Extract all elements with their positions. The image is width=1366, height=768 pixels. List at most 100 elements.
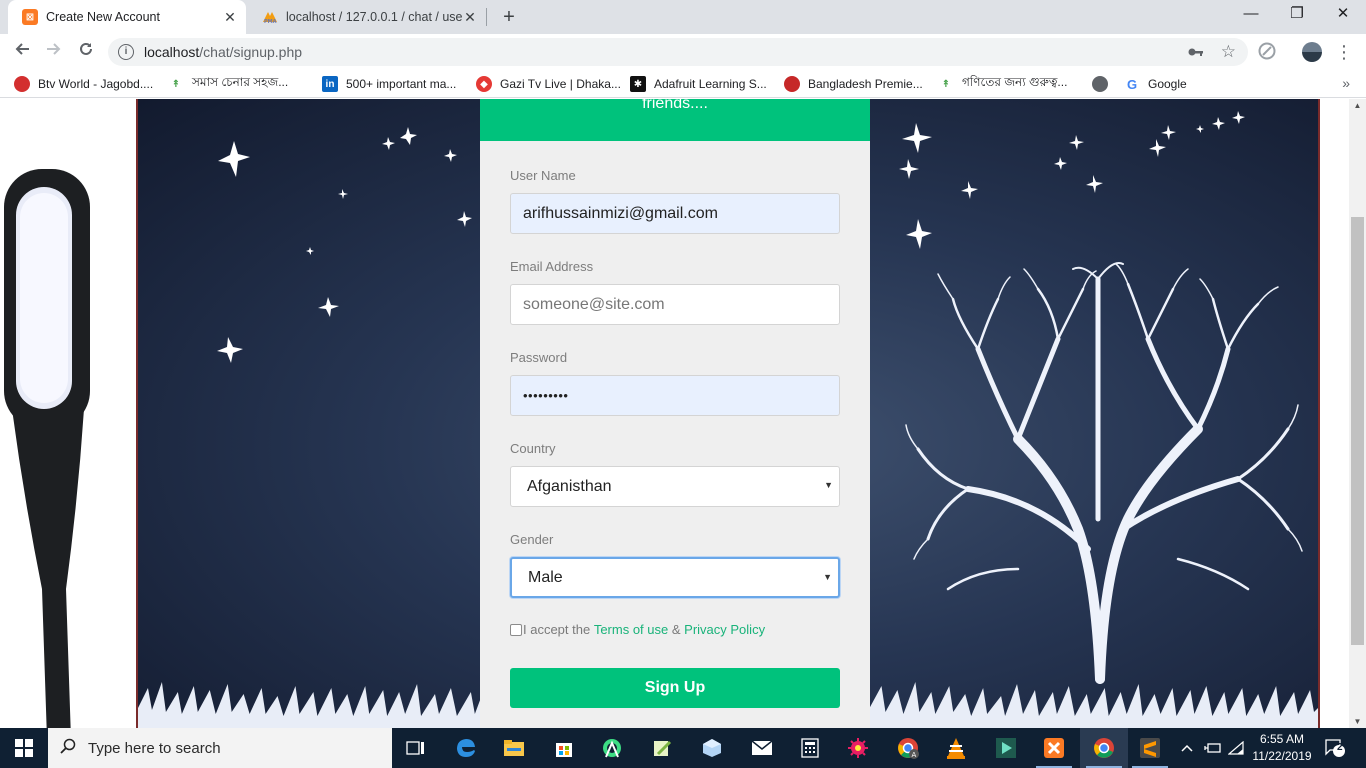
new-tab-button[interactable]: + — [498, 6, 520, 28]
tab-title: localhost / 127.0.0.1 / chat / users — [286, 10, 462, 24]
system-clock[interactable]: 6:55 AM 11/22/2019 — [1244, 731, 1320, 765]
minimize-button[interactable]: — — [1228, 0, 1274, 30]
terms-of-use-link[interactable]: Terms of use — [594, 622, 668, 637]
clock-time: 6:55 AM — [1259, 732, 1305, 746]
bookmark-label: Gazi Tv Live | Dhaka... — [500, 77, 621, 91]
info-icon[interactable]: i — [118, 44, 134, 60]
browser-toolbar: i localhost/chat/signup.php ☆ ⋮ — [0, 34, 1366, 70]
vlc-icon[interactable] — [932, 728, 980, 768]
bookmark-btv-world[interactable]: Btv World - Jagobd.... — [14, 76, 153, 92]
key-icon[interactable] — [1188, 38, 1204, 66]
edge-icon[interactable] — [442, 728, 490, 768]
bookmark-adafruit[interactable]: ✱ Adafruit Learning S... — [630, 76, 767, 92]
show-hidden-icons[interactable] — [1180, 728, 1194, 768]
more-bookmarks-icon[interactable]: » — [1342, 75, 1350, 91]
svg-text:A: A — [912, 751, 917, 759]
paint-splash-icon[interactable] — [834, 728, 882, 768]
tab-phpmyadmin[interactable]: PMA localhost / 127.0.0.1 / chat / users… — [248, 0, 486, 34]
address-bar[interactable]: i localhost/chat/signup.php ☆ — [108, 38, 1248, 66]
extension-icon[interactable] — [1257, 42, 1277, 62]
password-input[interactable]: ••••••••• — [510, 375, 840, 416]
leaf-icon: ↟ — [171, 78, 181, 90]
bookmark-gazi-tv[interactable]: ◆ Gazi Tv Live | Dhaka... — [476, 76, 621, 92]
bookmark-label: Btv World - Jagobd.... — [38, 77, 154, 91]
bookmark-somas[interactable]: ↟ সমাস চেনার সহজ... — [168, 75, 289, 92]
action-center-icon[interactable]: 2 — [1324, 728, 1346, 768]
notepad-plus-icon[interactable] — [638, 728, 686, 768]
url-path: /chat/signup.php — [199, 44, 303, 60]
menu-kebab-icon[interactable]: ⋮ — [1334, 42, 1354, 62]
notification-count-badge: 2 — [1337, 742, 1343, 753]
profile-avatar[interactable] — [1302, 42, 1322, 62]
page-scrollbar[interactable]: ▲ ▼ — [1349, 99, 1366, 728]
form-header-text: friends.... — [642, 99, 708, 112]
svg-text:PMA: PMA — [264, 19, 277, 24]
taskbar-search-box[interactable]: Type here to search — [48, 728, 392, 768]
tab-separator — [486, 8, 487, 26]
dropdown-caret-icon: ▼ — [823, 572, 832, 582]
bookmark-star-icon[interactable]: ☆ — [1221, 38, 1236, 66]
url-host: localhost — [144, 44, 200, 60]
task-view-icon[interactable] — [392, 728, 440, 768]
scrollbar-thumb[interactable] — [1351, 217, 1364, 645]
chrome-taskbar-icon[interactable] — [1080, 728, 1128, 768]
bookmark-label: Google — [1148, 77, 1187, 91]
store-icon[interactable] — [540, 728, 588, 768]
android-studio-icon[interactable] — [588, 728, 636, 768]
username-input[interactable]: arifhussainmizi@gmail.com — [510, 193, 840, 234]
bookmark-label: সমাস চেনার সহজ... — [192, 75, 289, 89]
country-value: Afganisthan — [527, 477, 612, 495]
chrome-profile-icon[interactable]: A — [884, 728, 932, 768]
close-tab-icon[interactable]: ✕ — [222, 9, 238, 26]
gender-select[interactable]: Male ▼ — [510, 557, 840, 598]
close-tab-icon[interactable]: ✕ — [462, 9, 478, 26]
privacy-policy-link[interactable]: Privacy Policy — [684, 622, 765, 637]
phpmyadmin-icon: PMA — [262, 9, 278, 25]
bookmark-label: 500+ important ma... — [346, 77, 457, 91]
bookmark-google[interactable]: G Google — [1124, 76, 1187, 92]
calculator-icon[interactable] — [786, 728, 834, 768]
bookmark-linkedin[interactable]: in 500+ important ma... — [322, 76, 456, 92]
bookmark-math[interactable]: ↟ গণিতের জন্য গুরুত্ব... — [938, 75, 1068, 92]
mail-icon[interactable] — [738, 728, 786, 768]
tab-title: Create New Account — [46, 10, 160, 24]
email-label: Email Address — [510, 259, 594, 274]
forward-arrow-icon[interactable] — [42, 40, 66, 64]
country-select[interactable]: Afganisthan ▼ — [510, 466, 840, 507]
dropdown-caret-icon: ▼ — [824, 480, 833, 490]
back-arrow-icon[interactable] — [10, 40, 34, 64]
scroll-up-arrow-icon[interactable]: ▲ — [1349, 101, 1366, 110]
terms-row: I accept the Terms of use & Privacy Poli… — [510, 622, 765, 637]
gender-value: Male — [528, 568, 563, 586]
file-explorer-icon[interactable] — [490, 728, 538, 768]
gender-label: Gender — [510, 532, 554, 547]
bookmark-label: Bangladesh Premie... — [808, 77, 923, 91]
gazi-tv-icon: ◆ — [476, 76, 492, 92]
password-label: Password — [510, 350, 568, 365]
tab-strip: ⊠ Create New Account ✕ PMA localhost / 1… — [0, 0, 1366, 34]
maximize-button[interactable]: ❐ — [1274, 0, 1320, 30]
scroll-down-arrow-icon[interactable]: ▼ — [1349, 717, 1366, 726]
wifi-icon[interactable] — [1228, 728, 1244, 768]
cricket-ball-icon — [784, 76, 800, 92]
tab-create-new-account[interactable]: ⊠ Create New Account ✕ — [8, 0, 246, 34]
email-input[interactable]: someone@site.com — [510, 284, 840, 325]
bookmark-globe[interactable] — [1092, 76, 1116, 92]
password-mask: ••••••••• — [523, 388, 569, 403]
sign-up-button[interactable]: Sign Up — [510, 668, 840, 708]
xampp-taskbar-icon[interactable] — [1030, 728, 1078, 768]
start-button[interactable] — [0, 728, 48, 768]
search-icon — [60, 738, 80, 759]
battery-plug-icon[interactable] — [1204, 728, 1222, 768]
linkedin-icon: in — [322, 76, 338, 92]
terms-checkbox[interactable] — [510, 623, 522, 636]
virtualbox-icon[interactable] — [688, 728, 736, 768]
page-viewport: friends.... User Name arifhussainmizi@gm… — [0, 99, 1349, 728]
bookmark-label: Adafruit Learning S... — [654, 77, 767, 91]
google-icon: G — [1126, 76, 1138, 92]
media-player-icon[interactable] — [982, 728, 1030, 768]
bookmark-bpl[interactable]: Bangladesh Premie... — [784, 76, 923, 92]
sublime-text-icon[interactable] — [1126, 728, 1174, 768]
reload-icon[interactable] — [74, 40, 98, 64]
close-window-button[interactable]: ✕ — [1320, 0, 1366, 30]
